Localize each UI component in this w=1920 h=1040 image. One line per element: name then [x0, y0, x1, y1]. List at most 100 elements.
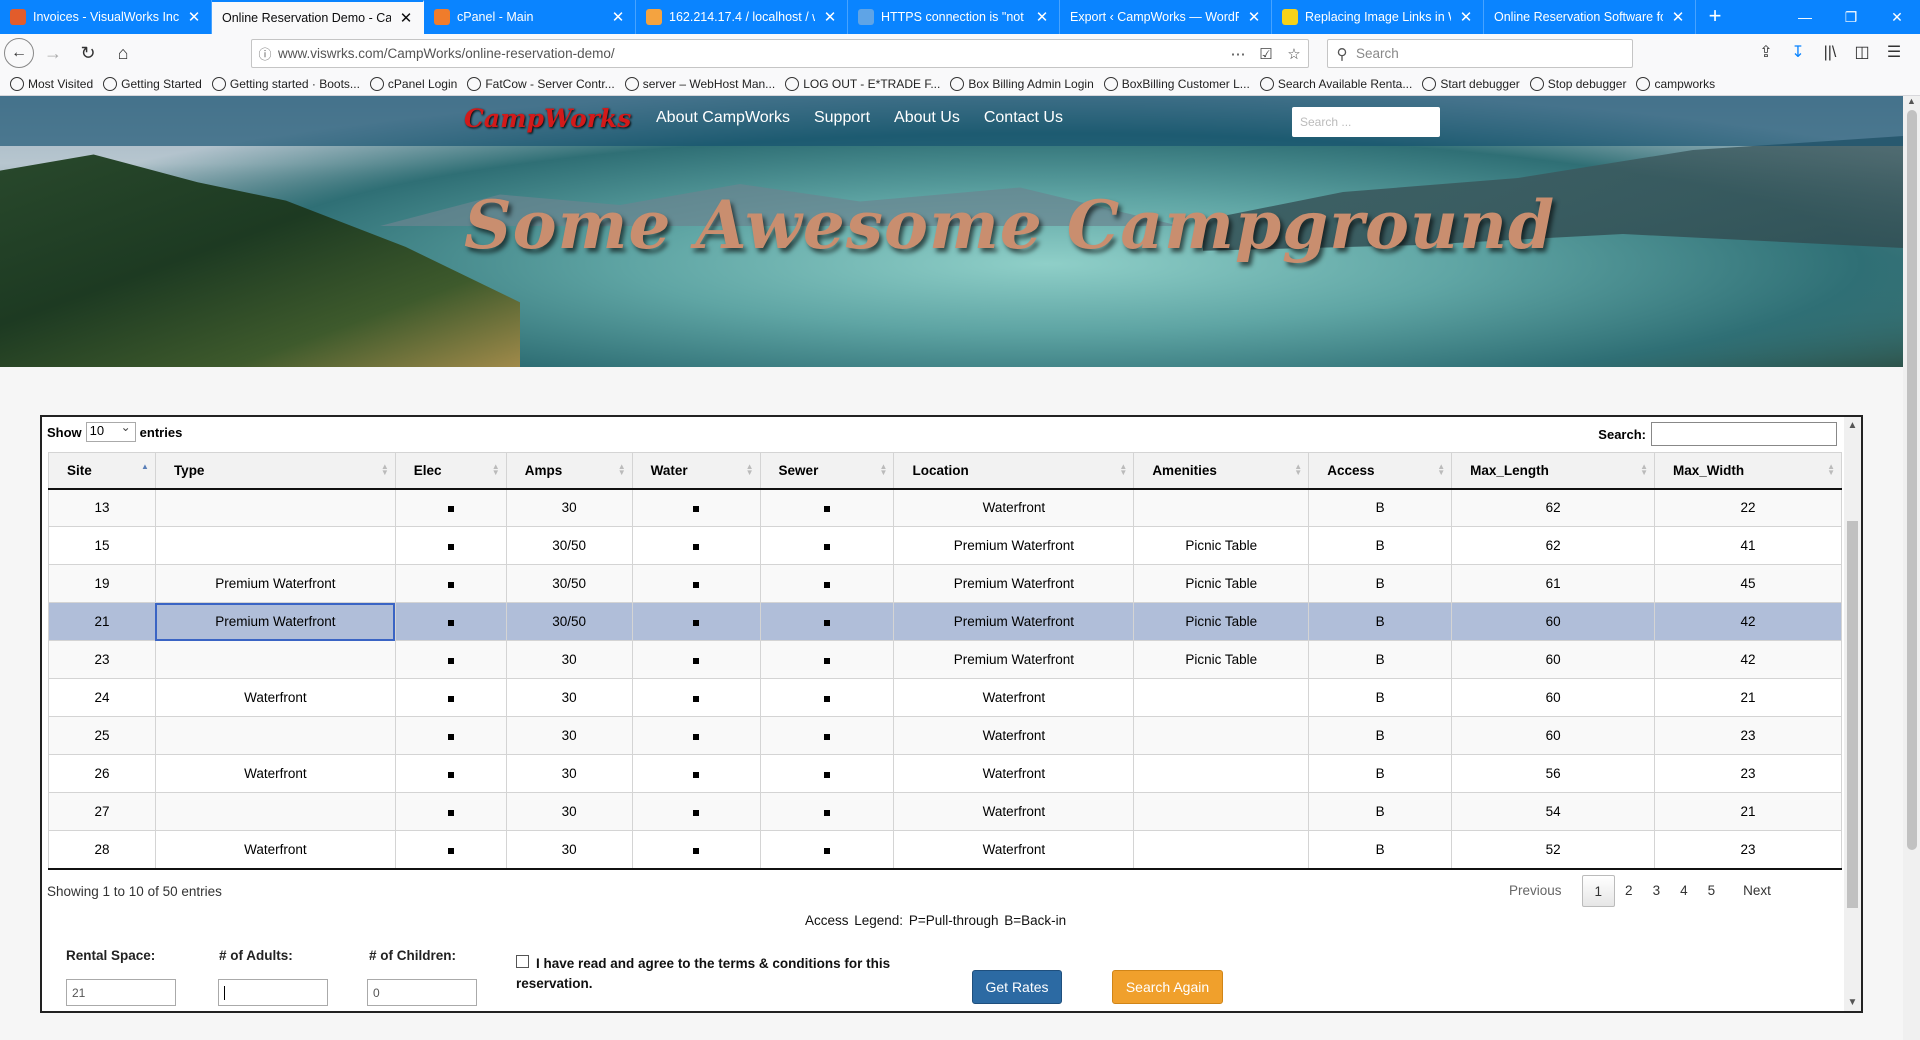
cell-type[interactable]	[154, 640, 396, 679]
cell-elec[interactable]	[394, 678, 507, 717]
cell-max-length[interactable]: 62	[1451, 526, 1656, 565]
close-window-icon[interactable]: ✕	[1874, 0, 1920, 34]
cell-max-width[interactable]: 42	[1654, 640, 1842, 679]
bookmark-item[interactable]: Stop debugger	[1529, 76, 1626, 91]
cell-site[interactable]: 28	[48, 830, 156, 870]
cell-site[interactable]: 21	[48, 602, 156, 641]
column-header-elec[interactable]: Elec ▲ ▼	[394, 452, 507, 490]
close-tab-icon[interactable]: ✕	[1033, 8, 1051, 26]
cell-max-width[interactable]: 23	[1654, 754, 1842, 793]
bookmark-item[interactable]: campworks	[1636, 76, 1715, 91]
cell-elec[interactable]	[394, 564, 507, 603]
close-tab-icon[interactable]: ✕	[821, 8, 839, 26]
table-row[interactable]: 21 Premium Waterfront 30/50 Premium Waterfr…	[48, 602, 1842, 641]
browser-tab[interactable]: Online Reservation Demo - Camp ✕	[212, 0, 424, 34]
cell-location[interactable]: Waterfront	[893, 678, 1135, 717]
cell-elec[interactable]	[394, 830, 507, 870]
cell-sewer[interactable]	[759, 564, 895, 603]
new-tab-icon[interactable]: +	[1696, 0, 1734, 34]
forward-icon[interactable]: →	[37, 37, 69, 69]
cell-amps[interactable]: 30	[505, 830, 633, 870]
cell-max-width[interactable]: 21	[1654, 678, 1842, 717]
nav-about-campworks[interactable]: About CampWorks	[656, 109, 790, 127]
cell-max-length[interactable]: 60	[1451, 602, 1656, 641]
cell-location[interactable]: Premium Waterfront	[893, 564, 1135, 603]
close-tab-icon[interactable]: ✕	[1457, 8, 1475, 26]
minimize-icon[interactable]: —	[1782, 0, 1828, 34]
cell-access[interactable]: B	[1308, 830, 1453, 870]
cell-location[interactable]: Premium Waterfront	[893, 602, 1135, 641]
cell-access[interactable]: B	[1308, 564, 1453, 603]
column-header-type[interactable]: Type ▲ ▼	[154, 452, 396, 490]
save-to-pocket-icon[interactable]: ⇪	[1750, 38, 1782, 68]
cell-elec[interactable]	[394, 716, 507, 755]
cell-amenities[interactable]: Picnic Table	[1133, 564, 1310, 603]
cell-access[interactable]: B	[1308, 792, 1453, 831]
cell-max-length[interactable]: 60	[1451, 678, 1656, 717]
nav-contact-us[interactable]: Contact Us	[984, 109, 1063, 127]
pocket-icon[interactable]: ☑	[1252, 45, 1280, 63]
cell-amenities[interactable]	[1133, 754, 1310, 793]
cell-max-width[interactable]: 23	[1654, 716, 1842, 755]
cell-amps[interactable]: 30/50	[505, 602, 633, 641]
cell-type[interactable]	[154, 716, 396, 755]
cell-type[interactable]	[154, 526, 396, 565]
nav-about-us[interactable]: About Us	[894, 109, 960, 127]
cell-amenities[interactable]	[1133, 716, 1310, 755]
column-header-site[interactable]: Site ▲	[48, 452, 156, 490]
table-scrollbar[interactable]: ▲ ▼	[1844, 417, 1861, 1011]
nav-support[interactable]: Support	[814, 109, 870, 127]
browser-tab[interactable]: HTTPS connection is "not saf ✕	[848, 0, 1060, 34]
adults-field[interactable]	[218, 979, 328, 1006]
cell-location[interactable]: Waterfront	[893, 754, 1135, 793]
cell-amenities[interactable]	[1133, 830, 1310, 870]
menu-icon[interactable]: ☰	[1878, 38, 1910, 68]
pagination-page-4[interactable]: 4	[1670, 875, 1698, 907]
browser-tab[interactable]: cPanel - Main ✕	[424, 0, 636, 34]
cell-amps[interactable]: 30	[505, 488, 633, 527]
search-again-button[interactable]: Search Again	[1112, 970, 1223, 1004]
bookmark-star-icon[interactable]: ☆	[1280, 45, 1308, 63]
cell-type[interactable]	[154, 488, 396, 527]
cell-location[interactable]: Premium Waterfront	[893, 640, 1135, 679]
children-field[interactable]: 0	[367, 979, 477, 1006]
url-text[interactable]: www.viswrks.com/CampWorks/online-reserva…	[278, 46, 1224, 61]
bookmark-item[interactable]: cPanel Login	[369, 76, 457, 91]
cell-access[interactable]: B	[1308, 640, 1453, 679]
cell-sewer[interactable]	[759, 754, 895, 793]
cell-elec[interactable]	[394, 602, 507, 641]
cell-water[interactable]	[631, 830, 761, 870]
scroll-down-icon[interactable]: ▼	[1844, 994, 1861, 1011]
cell-sewer[interactable]	[759, 792, 895, 831]
cell-site[interactable]: 25	[48, 716, 156, 755]
cell-sewer[interactable]	[759, 830, 895, 870]
bookmark-item[interactable]: LOG OUT - E*TRADE F...	[785, 76, 940, 91]
close-tab-icon[interactable]: ✕	[397, 9, 415, 27]
cell-water[interactable]	[631, 678, 761, 717]
reload-icon[interactable]: ↻	[72, 37, 104, 69]
cell-site[interactable]: 24	[48, 678, 156, 717]
cell-max-width[interactable]: 45	[1654, 564, 1842, 603]
cell-sewer[interactable]	[759, 678, 895, 717]
site-info-icon[interactable]: ⓘ	[252, 44, 278, 63]
cell-location[interactable]: Waterfront	[893, 716, 1135, 755]
cell-max-width[interactable]: 42	[1654, 602, 1842, 641]
cell-amenities[interactable]	[1133, 488, 1310, 527]
cell-max-length[interactable]: 56	[1451, 754, 1656, 793]
close-tab-icon[interactable]: ✕	[185, 8, 203, 26]
pagination-page-5[interactable]: 5	[1698, 875, 1726, 907]
cell-max-length[interactable]: 54	[1451, 792, 1656, 831]
cell-site[interactable]: 27	[48, 792, 156, 831]
cell-amenities[interactable]: Picnic Table	[1133, 602, 1310, 641]
pagination-page-2[interactable]: 2	[1615, 875, 1643, 907]
cell-max-length[interactable]: 52	[1451, 830, 1656, 870]
cell-water[interactable]	[631, 526, 761, 565]
pagination-page-1[interactable]: 1	[1581, 875, 1616, 907]
column-header-max-length[interactable]: Max_Length ▲ ▼	[1451, 452, 1656, 490]
cell-type[interactable]	[154, 792, 396, 831]
bookmark-item[interactable]: Most Visited	[10, 76, 93, 91]
cell-site[interactable]: 23	[48, 640, 156, 679]
cell-elec[interactable]	[394, 640, 507, 679]
cell-max-length[interactable]: 62	[1451, 488, 1656, 527]
bookmark-item[interactable]: Start debugger	[1422, 76, 1520, 91]
